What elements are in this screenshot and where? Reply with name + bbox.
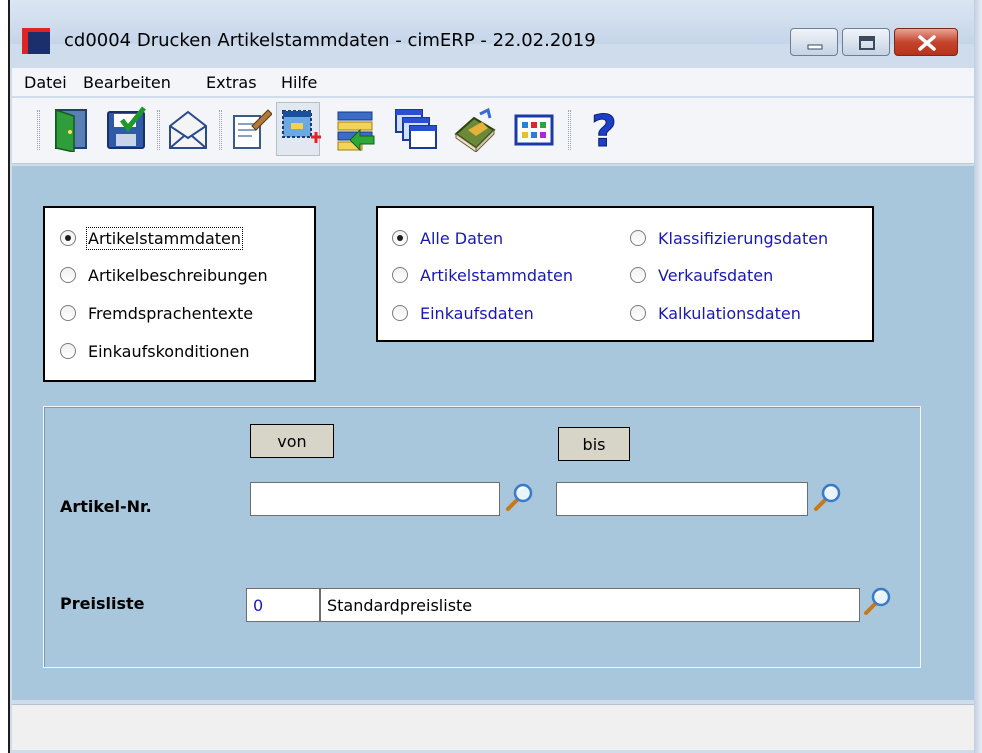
help-icon: ? <box>591 106 618 152</box>
cascade-button[interactable] <box>394 106 438 152</box>
menu-bearbeiten[interactable]: Bearbeiten <box>83 73 171 92</box>
edit-button[interactable] <box>228 106 272 152</box>
radio-empty-icon[interactable] <box>630 230 646 246</box>
pricelist-lookup[interactable] <box>862 586 892 616</box>
radio-label: Einkaufskonditionen <box>88 341 250 361</box>
close-icon <box>918 35 936 51</box>
radio-label: Kalkulationsdaten <box>658 303 801 323</box>
radio-label: Einkaufsdaten <box>420 303 534 323</box>
radio-scope-klassifizierungsdaten[interactable]: Klassifizierungsdaten <box>630 227 828 249</box>
toolbar-separator <box>568 110 571 150</box>
minimize-icon <box>807 44 823 50</box>
to-header: bis <box>558 427 630 461</box>
radio-report-artikelstammdaten[interactable]: Artikelstammdaten <box>60 226 244 250</box>
menu-datei[interactable]: Datei <box>24 73 67 92</box>
app-icon <box>22 28 50 54</box>
radio-scope-artikelstammdaten[interactable]: Artikelstammdaten <box>392 264 573 286</box>
radio-scope-verkaufsdaten[interactable]: Verkaufsdaten <box>630 264 773 286</box>
radio-label: Alle Daten <box>420 228 504 248</box>
manual-book-icon <box>454 107 496 152</box>
new-selection-icon <box>282 110 321 143</box>
email-button[interactable] <box>166 106 210 152</box>
radio-empty-icon[interactable] <box>392 305 408 321</box>
transfer-list-icon <box>337 111 375 152</box>
radio-report-artikelbeschreibungen[interactable]: Artikelbeschreibungen <box>60 264 268 286</box>
cascade-windows-icon <box>395 109 437 149</box>
pricelist-name-field[interactable]: Standardpreisliste <box>320 588 860 622</box>
radio-empty-icon[interactable] <box>60 267 76 283</box>
exit-door-icon <box>55 108 87 152</box>
filter-panel <box>43 406 921 668</box>
radio-empty-icon[interactable] <box>630 267 646 283</box>
status-bar <box>12 704 982 750</box>
radio-label: Artikelstammdaten <box>85 226 244 250</box>
radio-scope-alle-daten[interactable]: Alle Daten <box>392 227 503 249</box>
window-title: cd0004 Drucken Artikelstammdaten - cimER… <box>64 30 596 51</box>
email-icon <box>169 110 207 149</box>
radio-report-fremdsprachentexte[interactable]: Fremdsprachentexte <box>60 302 253 324</box>
pricelist-number-input[interactable]: 0 <box>246 588 320 622</box>
toolbar-grip <box>37 110 40 150</box>
save-button[interactable] <box>104 106 148 152</box>
radio-label: Klassifizierungsdaten <box>658 228 829 248</box>
radio-report-einkaufskonditionen[interactable]: Einkaufskonditionen <box>60 340 249 362</box>
radio-label: Artikelstammdaten <box>420 265 574 285</box>
pricelist-label: Preisliste <box>60 594 145 613</box>
toolbar-separator <box>157 110 160 150</box>
toolbar-separator <box>219 110 222 150</box>
radio-empty-icon[interactable] <box>392 267 408 283</box>
transfer-button[interactable] <box>334 106 378 152</box>
radio-label: Verkaufsdaten <box>658 265 774 285</box>
svg-text:?: ? <box>591 106 617 152</box>
help-button[interactable]: ? <box>582 106 626 152</box>
radio-scope-einkaufsdaten[interactable]: Einkaufsdaten <box>392 302 534 324</box>
radio-empty-icon[interactable] <box>630 305 646 321</box>
article-from-input[interactable] <box>250 482 500 516</box>
window-right-edge <box>974 0 982 753</box>
manual-button[interactable] <box>452 106 496 152</box>
article-to-lookup[interactable] <box>812 482 842 512</box>
radio-label: Fremdsprachentexte <box>88 303 254 323</box>
article-from-lookup[interactable] <box>504 482 534 512</box>
edit-document-icon <box>233 109 272 149</box>
exit-button[interactable] <box>50 106 94 152</box>
maximize-icon <box>859 36 875 50</box>
minimize-button[interactable] <box>790 28 838 56</box>
save-icon <box>107 106 146 149</box>
radio-label: Artikelbeschreibungen <box>88 265 268 285</box>
new-selection-button[interactable] <box>276 102 321 156</box>
radio-empty-icon[interactable] <box>60 343 76 359</box>
article-number-label: Artikel-Nr. <box>60 497 152 516</box>
radio-selected-icon[interactable] <box>60 230 76 246</box>
menu-hilfe[interactable]: Hilfe <box>281 73 317 92</box>
magnifier-icon <box>864 587 891 615</box>
table-grid-icon <box>514 114 554 146</box>
magnifier-icon <box>506 483 533 511</box>
table-button[interactable] <box>512 106 556 152</box>
magnifier-icon <box>814 483 841 511</box>
radio-empty-icon[interactable] <box>60 305 76 321</box>
radio-selected-icon[interactable] <box>392 230 408 246</box>
menu-extras[interactable]: Extras <box>206 73 257 92</box>
article-to-input[interactable] <box>556 482 808 516</box>
from-header: von <box>250 424 334 458</box>
maximize-button[interactable] <box>842 28 890 56</box>
radio-scope-kalkulationsdaten[interactable]: Kalkulationsdaten <box>630 302 801 324</box>
close-button[interactable] <box>894 28 958 56</box>
